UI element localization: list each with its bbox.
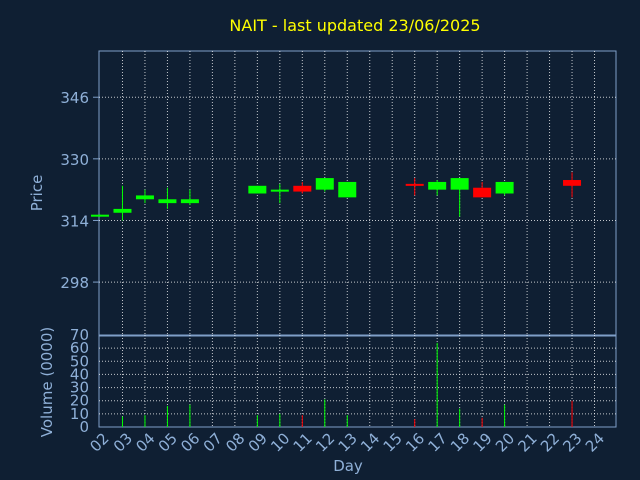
candle <box>270 183 289 204</box>
candle <box>338 181 357 198</box>
x-tick-label: 24 <box>582 429 608 455</box>
candle-body <box>135 195 154 200</box>
candle <box>450 178 469 217</box>
volume-panel: Volume (0000) Day 010203040506070 020304… <box>38 326 617 475</box>
candle-body <box>428 181 447 190</box>
volume-plot-frame <box>98 334 617 428</box>
candle-body <box>495 181 514 194</box>
candle <box>473 181 492 198</box>
price-panel: Price 298 314 330 346 <box>28 50 617 337</box>
price-tick-label: 314 <box>60 212 89 230</box>
price-tick-label: 330 <box>60 151 89 169</box>
chart-title: NAIT - last updated 23/06/2025 <box>229 16 480 35</box>
candle <box>495 181 514 196</box>
x-tick-label: 02 <box>86 429 112 455</box>
candle <box>91 214 109 217</box>
candle <box>293 181 312 194</box>
candle-body <box>180 199 199 204</box>
candle-body <box>405 183 424 186</box>
candle <box>135 189 154 204</box>
volume-grid <box>99 335 616 427</box>
price-tick-label: 298 <box>60 274 89 292</box>
candle-body <box>113 208 132 213</box>
candle-body <box>270 189 289 192</box>
x-axis-label: Day <box>333 457 363 475</box>
price-grid <box>99 51 616 336</box>
stock-chart: NAIT - last updated 23/06/2025 Price 298… <box>28 16 617 475</box>
candle <box>563 172 582 198</box>
price-plot-frame <box>98 50 617 337</box>
candle <box>405 178 424 196</box>
volume-y-ticks: 010203040506070 <box>70 326 89 436</box>
candles <box>91 172 582 221</box>
candle <box>158 187 177 209</box>
x-axis-ticks: 0203040506070809101112131415161718192021… <box>86 429 608 455</box>
candle-body <box>248 185 267 194</box>
candle-body <box>450 178 469 190</box>
candle-body <box>563 180 582 186</box>
candle <box>315 178 334 192</box>
candle-body <box>293 185 312 192</box>
volume-axis-label: Volume (0000) <box>38 327 56 437</box>
candle <box>180 189 199 206</box>
price-y-ticks: 298 314 330 346 <box>60 89 99 292</box>
price-tick-label: 346 <box>60 89 89 107</box>
candle <box>113 185 132 221</box>
volume-tick-label: 70 <box>70 326 89 344</box>
candle <box>428 180 447 196</box>
candle-body <box>158 199 177 204</box>
candle-body <box>91 214 109 217</box>
volume-bars <box>121 342 573 427</box>
price-axis-label: Price <box>28 175 46 212</box>
candle <box>248 185 267 194</box>
candle-body <box>315 178 334 190</box>
candle-body <box>473 187 492 198</box>
candle-body <box>338 181 357 198</box>
